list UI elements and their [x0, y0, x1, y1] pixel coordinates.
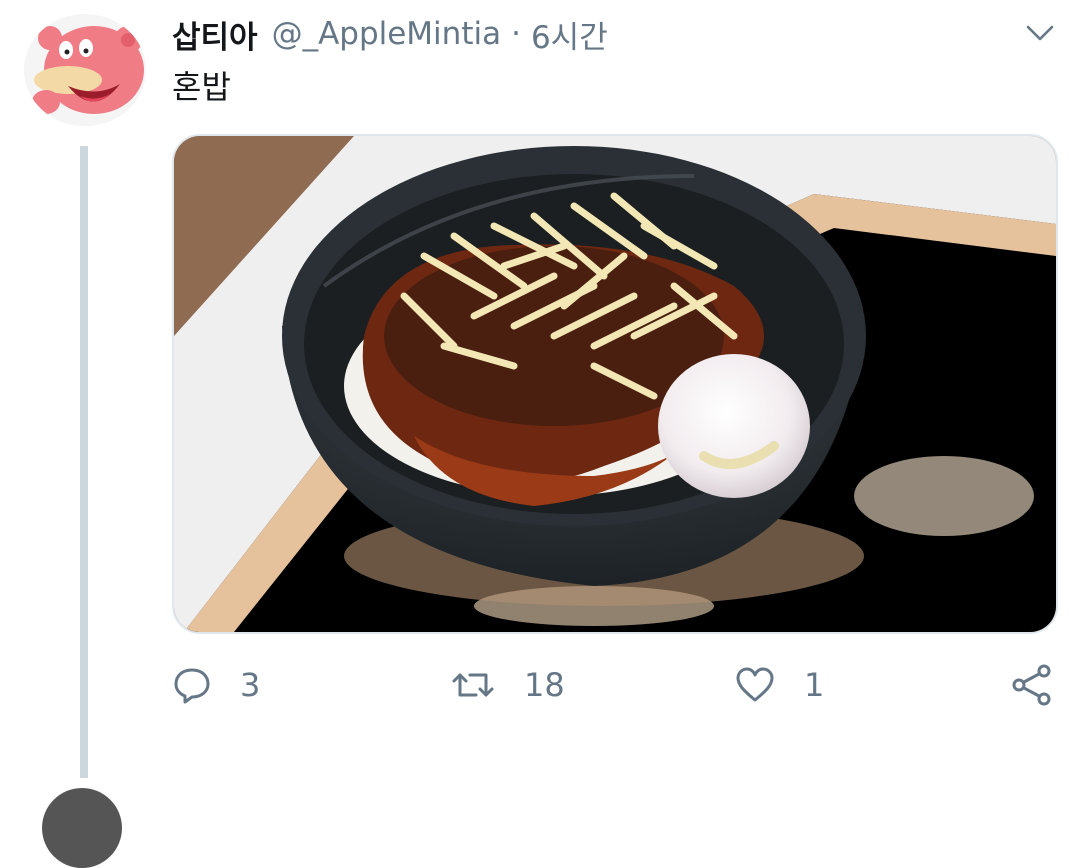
user-handle[interactable]: @_AppleMintia [272, 16, 502, 52]
retweet-button[interactable]: 18 [450, 660, 565, 710]
next-tweet-avatar[interactable] [42, 788, 122, 868]
separator-dot: · [511, 16, 521, 52]
avatar[interactable] [24, 14, 146, 126]
share-button[interactable] [1010, 660, 1078, 710]
reply-count: 3 [240, 666, 261, 704]
retweet-icon [452, 673, 494, 697]
speech-bubble-icon [174, 668, 210, 704]
heart-icon [736, 667, 774, 702]
tweet-photo[interactable] [172, 134, 1058, 634]
tweet-menu-button[interactable] [1022, 18, 1058, 48]
retweet-count: 18 [524, 666, 565, 704]
chevron-down-icon [1026, 25, 1054, 41]
rice-bowl-photo [174, 136, 1056, 632]
reply-button[interactable]: 3 [172, 660, 260, 710]
tweet-header: 삽티아 @_AppleMintia · 6시간 [172, 12, 608, 56]
share-icon [1012, 664, 1051, 706]
like-button[interactable]: 1 [734, 660, 824, 710]
timestamp[interactable]: 6시간 [531, 12, 608, 57]
display-name[interactable]: 삽티아 [172, 12, 258, 57]
tweet-actions: 3 18 1 [0, 650, 1078, 720]
tweet-text: 혼밥 [172, 68, 231, 106]
like-count: 1 [804, 666, 825, 704]
avatar-image [24, 14, 146, 126]
